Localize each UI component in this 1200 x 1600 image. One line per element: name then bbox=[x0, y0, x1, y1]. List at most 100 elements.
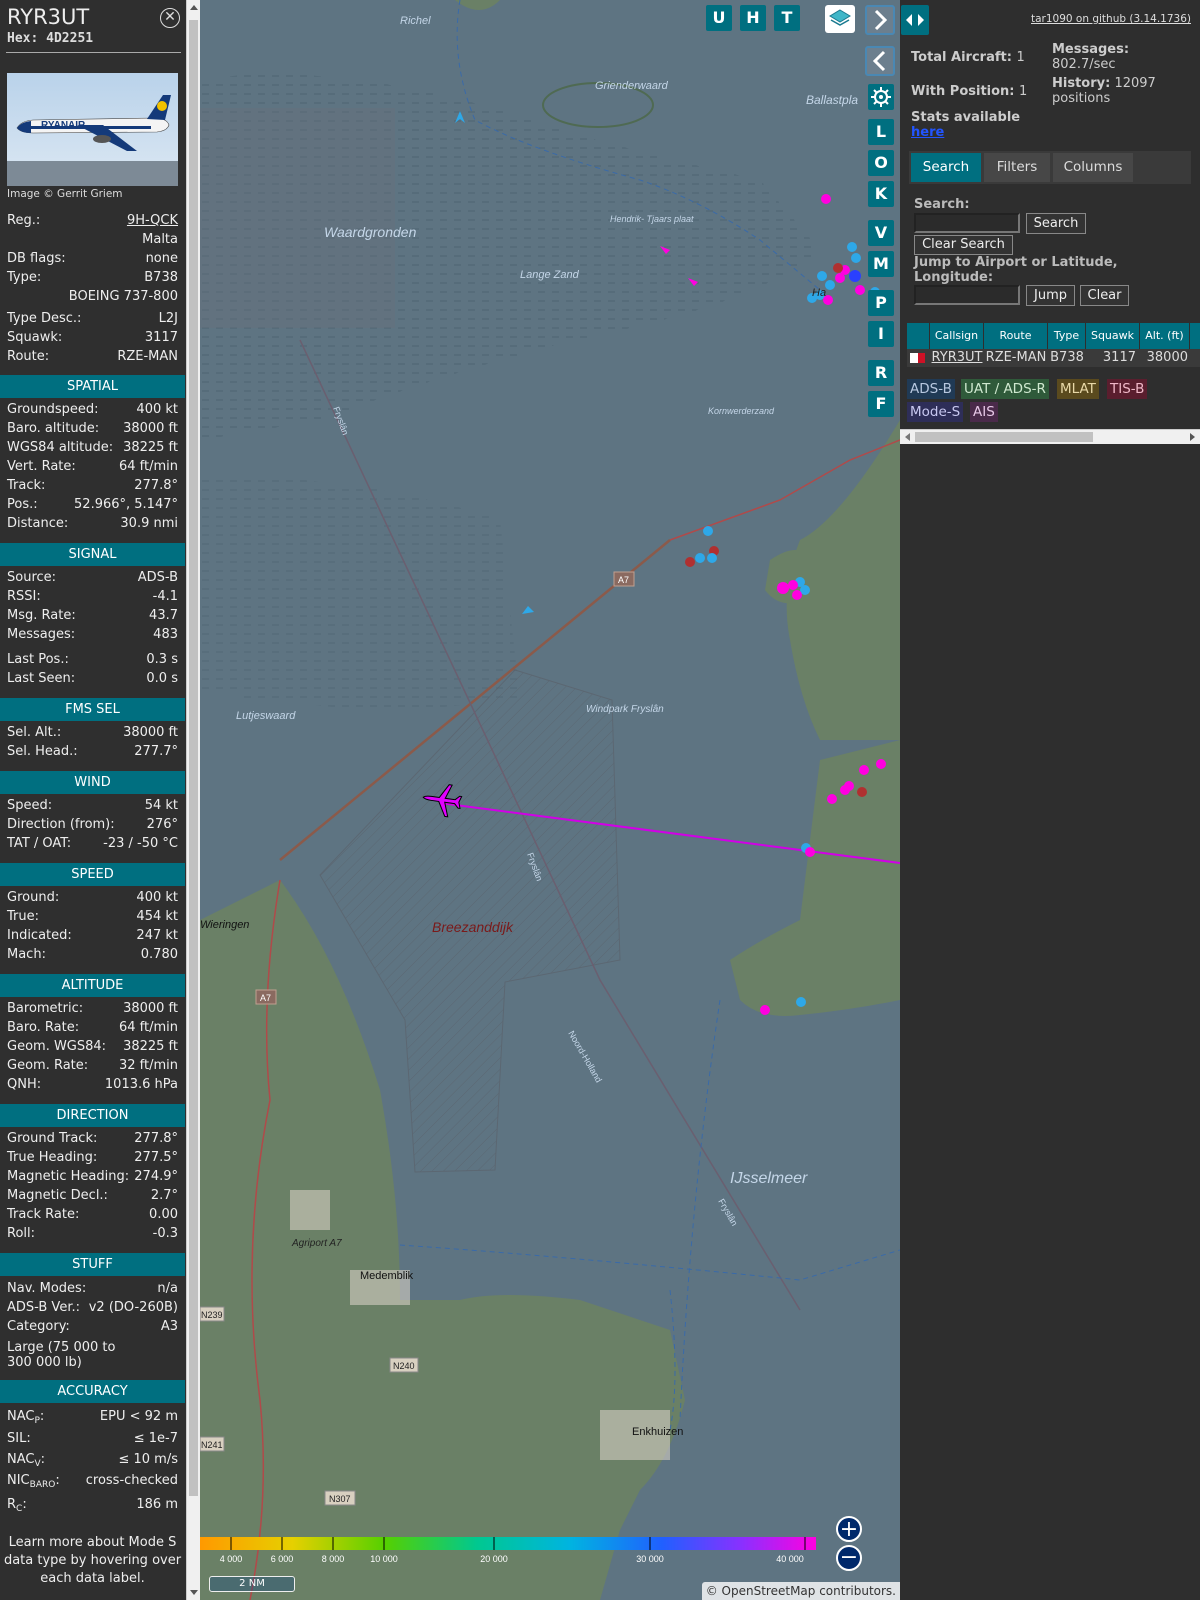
side-button-k[interactable]: K bbox=[868, 181, 894, 207]
tab-columns[interactable]: Columns bbox=[1053, 153, 1133, 182]
label-harlingen: Ha bbox=[812, 287, 826, 299]
side-button-v[interactable]: V bbox=[868, 220, 894, 246]
stats-link[interactable]: here bbox=[911, 125, 944, 140]
altitude-value: 64 ft/min bbox=[118, 1020, 178, 1035]
road-n240: N240 bbox=[393, 1361, 415, 1371]
clear-button[interactable]: Clear bbox=[1080, 285, 1129, 306]
direction-label: Roll: bbox=[7, 1226, 36, 1241]
spatial-label: Groundspeed: bbox=[7, 402, 99, 417]
wind-row: Speed: 54 kt bbox=[7, 798, 178, 816]
jump-button[interactable]: Jump bbox=[1026, 285, 1075, 306]
chevron-left-icon[interactable] bbox=[865, 46, 895, 76]
source-adsb[interactable]: ADS-B bbox=[907, 379, 955, 399]
map-view[interactable]: Richel Grienderwaard Ballastpla Waardgro… bbox=[200, 0, 900, 1600]
spatial-label: Vert. Rate: bbox=[7, 459, 76, 474]
aircraft-photo[interactable]: RYANAIR bbox=[7, 73, 178, 186]
side-button-i[interactable]: I bbox=[868, 321, 894, 347]
wind-value: -23 / -50 °C bbox=[103, 836, 178, 851]
legend-tick: 6 000 bbox=[271, 1554, 294, 1564]
col-type[interactable]: Type bbox=[1048, 323, 1086, 349]
spatial-value: 64 ft/min bbox=[118, 459, 178, 474]
col-altitude[interactable]: Alt. (ft) bbox=[1140, 323, 1190, 349]
spatial-value: 400 kt bbox=[136, 402, 178, 417]
divider bbox=[6, 52, 181, 53]
altitude-value: 1013.6 hPa bbox=[104, 1077, 178, 1092]
source-tisb[interactable]: TIS-B bbox=[1107, 379, 1148, 399]
legend-tick: 40 000 bbox=[776, 1554, 804, 1564]
direction-row: Ground Track: 277.8° bbox=[7, 1131, 178, 1149]
jump-label: Jump to Airport or Latitude, Longitude: bbox=[914, 255, 1118, 285]
fms-label: Sel. Alt.: bbox=[7, 725, 62, 740]
label-lange: Lange Zand bbox=[520, 269, 580, 281]
side-button-r[interactable]: R bbox=[868, 360, 894, 386]
tab-search[interactable]: Search bbox=[911, 153, 981, 182]
toolbar-button-t[interactable]: T bbox=[774, 5, 800, 31]
road-n307: N307 bbox=[329, 1494, 351, 1504]
speed-label: Indicated: bbox=[7, 928, 72, 943]
spatial-value: 277.8° bbox=[134, 478, 178, 493]
altitude-row: Baro. Rate: 64 ft/min bbox=[7, 1020, 178, 1038]
search-button[interactable]: Search bbox=[1026, 213, 1086, 234]
signal-value: 0.3 s bbox=[146, 652, 178, 667]
close-icon[interactable]: ✕ bbox=[160, 8, 180, 28]
signal-value: 0.0 s bbox=[146, 671, 178, 686]
toolbar-button-h[interactable]: H bbox=[740, 5, 766, 31]
cell-type: B738 bbox=[1050, 350, 1084, 365]
altitude-label: Baro. Rate: bbox=[7, 1020, 80, 1035]
signal-label: Source: bbox=[7, 570, 57, 585]
col-route[interactable]: Route bbox=[984, 323, 1048, 349]
col-squawk[interactable]: Squawk bbox=[1086, 323, 1140, 349]
side-button-l[interactable]: L bbox=[868, 119, 894, 145]
search-input[interactable] bbox=[914, 213, 1020, 233]
direction-value: 2.7° bbox=[150, 1188, 178, 1203]
legend-tick: 30 000 bbox=[636, 1554, 664, 1564]
wind-row: Direction (from): 276° bbox=[7, 817, 178, 835]
learn-more-text: Learn more about Mode S data type by hov… bbox=[3, 1535, 182, 1586]
type-row: Type: B738 bbox=[7, 270, 178, 285]
attribution[interactable]: © OpenStreetMap contributors. bbox=[701, 1582, 900, 1600]
country-row: Malta bbox=[142, 232, 178, 247]
wind-row: TAT / OAT: -23 / -50 °C bbox=[7, 836, 178, 854]
altitude-label: Geom. WGS84: bbox=[7, 1039, 107, 1054]
col-callsign[interactable]: Callsign bbox=[930, 323, 984, 349]
layers-icon[interactable] bbox=[825, 5, 855, 33]
sil-row: SIL: ≤ 1e-7 bbox=[7, 1431, 178, 1446]
chevron-right-icon[interactable] bbox=[865, 5, 895, 35]
road-a7: A7 bbox=[618, 575, 629, 585]
category-row: Category: A3 bbox=[7, 1319, 178, 1334]
jump-input[interactable] bbox=[914, 285, 1020, 305]
speed-label: Mach: bbox=[7, 947, 46, 962]
cell-callsign[interactable]: RYR3UT bbox=[930, 349, 984, 367]
table-row[interactable]: RYR3UT RZE-MAN B738 3117 38000 bbox=[907, 349, 1200, 367]
info-scrollbar[interactable] bbox=[186, 0, 200, 1600]
side-button-m[interactable]: M bbox=[868, 251, 894, 277]
side-button-o[interactable]: O bbox=[868, 150, 894, 176]
signal-label: Last Pos.: bbox=[7, 652, 69, 667]
spatial-row: Track: 277.8° bbox=[7, 478, 178, 496]
zoom-out-button[interactable]: − bbox=[836, 1545, 862, 1571]
source-modes[interactable]: Mode-S bbox=[907, 402, 964, 422]
history-stat: History: 12097 positions bbox=[1052, 76, 1156, 106]
spatial-label: Track: bbox=[7, 478, 46, 493]
zoom-in-button[interactable]: + bbox=[836, 1516, 862, 1542]
spatial-value: 38000 ft bbox=[123, 421, 178, 436]
label-wieringen: Wieringen bbox=[200, 919, 249, 931]
section-wind: WIND bbox=[0, 771, 185, 794]
source-mlat[interactable]: MLAT bbox=[1057, 379, 1099, 399]
label-hendrik: Hendrik- Tjaars plaat bbox=[610, 214, 694, 224]
table-scrollbar[interactable] bbox=[900, 429, 1200, 444]
direction-label: True Heading: bbox=[7, 1150, 98, 1165]
reg-link[interactable]: 9H-QCK bbox=[127, 213, 178, 228]
toolbar-button-u[interactable]: U bbox=[706, 5, 732, 31]
clear-search-button[interactable]: Clear Search bbox=[914, 235, 1013, 255]
panel-toggle-button[interactable] bbox=[901, 5, 929, 35]
github-link[interactable]: tar1090 on github (3.14.1736) bbox=[1031, 13, 1191, 25]
source-uat[interactable]: UAT / ADS-R bbox=[961, 379, 1049, 399]
source-ais[interactable]: AIS bbox=[970, 402, 998, 422]
label-ballast: Ballastpla bbox=[806, 93, 858, 107]
settings-icon[interactable] bbox=[868, 84, 894, 110]
side-button-f[interactable]: F bbox=[868, 391, 894, 417]
tab-filters[interactable]: Filters bbox=[984, 153, 1050, 182]
category-description: Large (75 000 to 300 000 lb) bbox=[7, 1340, 116, 1370]
side-button-p[interactable]: P bbox=[868, 290, 894, 316]
